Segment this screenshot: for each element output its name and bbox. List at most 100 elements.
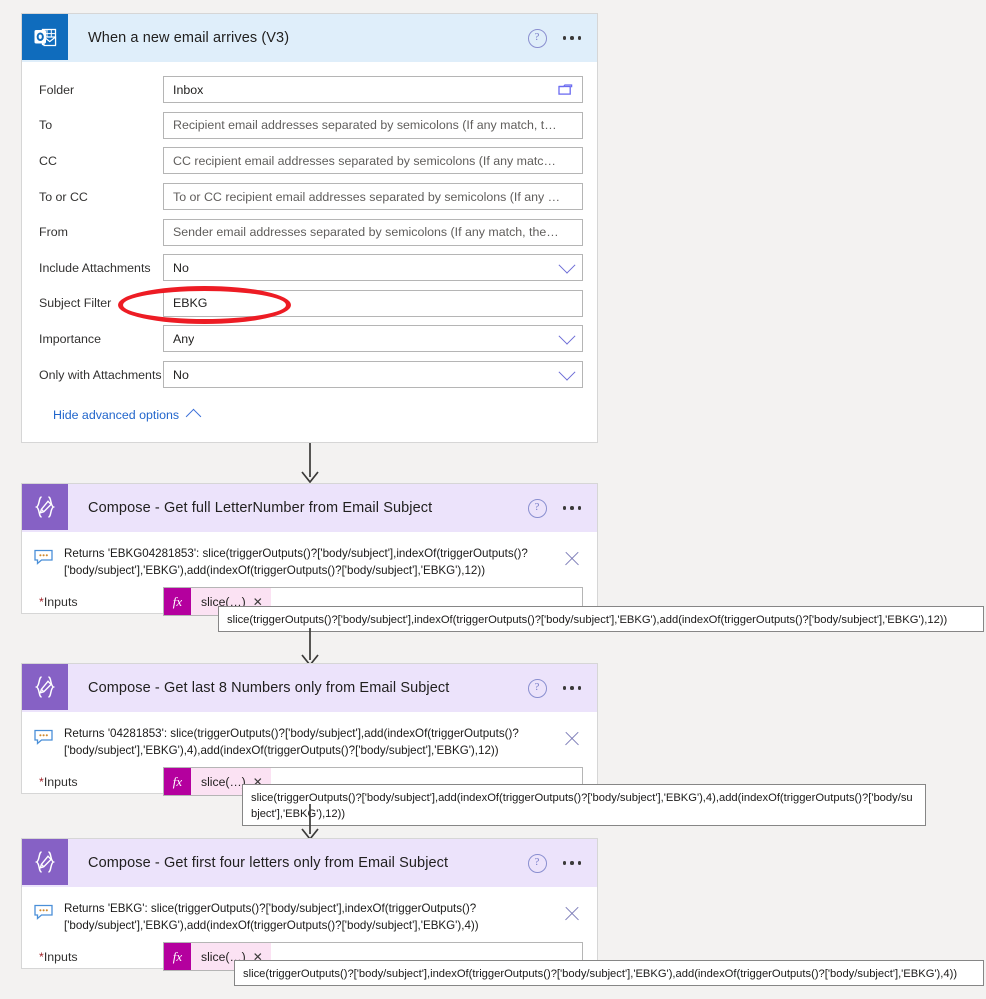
compose-card-2-returns-text: Returns '04281853': slice(triggerOutputs… xyxy=(64,727,519,757)
chevron-down-icon[interactable] xyxy=(558,363,576,381)
field-row-subject-filter[interactable]: Subject Filter EBKG xyxy=(36,286,583,322)
fx-icon: fx xyxy=(164,588,191,615)
compose-card-1[interactable]: Compose - Get full LetterNumber from Ema… xyxy=(21,483,598,616)
compose-card-2-inputs-label: *Inputs xyxy=(36,775,163,789)
compose-card-3-comment-row: Returns 'EBKG': slice(triggerOutputs()?[… xyxy=(22,887,597,940)
to-placeholder: Recipient email addresses separated by s… xyxy=(173,118,557,133)
compose-card-3-returns-text: Returns 'EBKG': slice(triggerOutputs()?[… xyxy=(64,902,479,932)
field-label-from: From xyxy=(39,225,68,240)
only-with-attachments-dropdown[interactable]: No xyxy=(163,361,583,389)
importance-value: Any xyxy=(173,331,195,346)
folder-value: Inbox xyxy=(173,82,204,97)
expression-tooltip-1: slice(triggerOutputs()?['body/subject'],… xyxy=(218,606,984,632)
more-options-icon[interactable] xyxy=(562,36,581,40)
expression-tooltip-3: slice(triggerOutputs()?['body/subject'],… xyxy=(234,960,984,986)
compose-card-2-header[interactable]: Compose - Get last 8 Numbers only from E… xyxy=(22,664,597,712)
field-row-to-or-cc[interactable]: To or CC To or CC recipient email addres… xyxy=(36,179,583,215)
flow-designer-canvas: When a new email arrives (V3) ? Folder I… xyxy=(0,0,986,999)
inputs-label-text: Inputs xyxy=(43,949,78,964)
hide-advanced-options-link[interactable]: Hide advanced options xyxy=(36,392,583,440)
compose-card-1-returns-text: Returns 'EBKG04281853': slice(triggerOut… xyxy=(64,547,528,577)
to-input[interactable]: Recipient email addresses separated by s… xyxy=(163,111,583,139)
compose-card-3[interactable]: Compose - Get first four letters only fr… xyxy=(21,838,598,971)
more-options-icon[interactable] xyxy=(562,686,581,690)
fx-icon: fx xyxy=(164,768,191,795)
trigger-card[interactable]: When a new email arrives (V3) ? Folder I… xyxy=(21,13,598,443)
inputs-label-text: Inputs xyxy=(43,774,78,789)
connector-compose-1-to-compose-2 xyxy=(301,628,319,667)
compose-icon xyxy=(22,839,68,885)
more-options-icon[interactable] xyxy=(562,861,581,865)
trigger-card-header[interactable]: When a new email arrives (V3) ? xyxy=(22,14,597,62)
include-attachments-value: No xyxy=(173,260,189,275)
cc-placeholder: CC recipient email addresses separated b… xyxy=(173,153,556,168)
chevron-down-icon[interactable] xyxy=(558,327,576,345)
to-or-cc-placeholder: To or CC recipient email addresses separ… xyxy=(173,189,561,204)
close-icon[interactable] xyxy=(561,548,583,570)
compose-card-3-inputs-label: *Inputs xyxy=(36,950,163,964)
folder-picker-icon[interactable] xyxy=(558,83,573,100)
compose-icon xyxy=(22,484,68,530)
field-label-cc: CC xyxy=(39,153,57,168)
compose-card-1-header[interactable]: Compose - Get full LetterNumber from Ema… xyxy=(22,484,597,532)
help-circle-icon[interactable]: ? xyxy=(527,498,547,518)
subject-filter-value: EBKG xyxy=(173,296,208,311)
outlook-icon xyxy=(22,14,68,60)
compose-card-1-comment-row: Returns 'EBKG04281853': slice(triggerOut… xyxy=(22,532,597,585)
connector-trigger-to-compose-1 xyxy=(301,443,319,484)
compose-card-2-comment-row: Returns '04281853': slice(triggerOutputs… xyxy=(22,712,597,765)
compose-card-2-title: Compose - Get last 8 Numbers only from E… xyxy=(88,680,450,696)
importance-dropdown[interactable]: Any xyxy=(163,325,583,353)
cc-input[interactable]: CC recipient email addresses separated b… xyxy=(163,147,583,175)
field-row-include-attachments[interactable]: Include Attachments No xyxy=(36,250,583,286)
comment-bubble-icon xyxy=(34,549,56,570)
field-label-to-or-cc: To or CC xyxy=(39,189,88,204)
fx-icon: fx xyxy=(164,943,191,970)
from-input[interactable]: Sender email addresses separated by semi… xyxy=(163,218,583,246)
compose-card-3-header-actions: ? xyxy=(527,853,598,873)
field-row-only-with-attachments[interactable]: Only with Attachments No xyxy=(36,357,583,393)
compose-card-1-header-actions: ? xyxy=(527,498,598,518)
expression-tooltip-2: slice(triggerOutputs()?['body/subject'],… xyxy=(242,784,926,826)
field-label-only-with-attachments: Only with Attachments xyxy=(39,367,162,382)
compose-card-1-title: Compose - Get full LetterNumber from Ema… xyxy=(88,500,433,516)
hide-advanced-options-label: Hide advanced options xyxy=(53,408,180,423)
compose-card-2[interactable]: Compose - Get last 8 Numbers only from E… xyxy=(21,663,598,796)
field-row-folder[interactable]: Folder Inbox xyxy=(36,72,583,108)
compose-card-3-title: Compose - Get first four letters only fr… xyxy=(88,855,449,871)
trigger-title: When a new email arrives (V3) xyxy=(88,30,290,46)
expression-token-label: slice(…) xyxy=(201,774,246,789)
field-label-subject-filter: Subject Filter xyxy=(39,296,112,311)
compose-card-2-header-actions: ? xyxy=(527,678,598,698)
to-or-cc-input[interactable]: To or CC recipient email addresses separ… xyxy=(163,183,583,211)
help-circle-icon[interactable]: ? xyxy=(527,678,547,698)
more-options-icon[interactable] xyxy=(562,506,581,510)
field-label-importance: Importance xyxy=(39,331,101,346)
field-row-importance[interactable]: Importance Any xyxy=(36,321,583,357)
comment-bubble-icon xyxy=(34,729,56,750)
subject-filter-input[interactable]: EBKG xyxy=(163,289,583,317)
field-row-cc[interactable]: CC CC recipient email addresses separate… xyxy=(36,143,583,179)
close-icon[interactable] xyxy=(561,728,583,750)
help-circle-icon[interactable]: ? xyxy=(527,853,547,873)
chevron-up-icon[interactable] xyxy=(185,409,202,425)
field-label-folder: Folder xyxy=(39,82,75,97)
compose-icon xyxy=(22,664,68,710)
trigger-form: Folder Inbox To Recipient email addresse… xyxy=(22,62,597,440)
connector-compose-2-to-compose-3 xyxy=(301,804,319,841)
inputs-label-text: Inputs xyxy=(43,594,78,609)
field-label-include-attachments: Include Attachments xyxy=(39,260,151,275)
close-icon[interactable] xyxy=(561,903,583,925)
field-row-to[interactable]: To Recipient email addresses separated b… xyxy=(36,108,583,144)
compose-card-1-inputs-label: *Inputs xyxy=(36,595,163,609)
comment-bubble-icon xyxy=(34,904,56,925)
include-attachments-dropdown[interactable]: No xyxy=(163,254,583,282)
chevron-down-icon[interactable] xyxy=(558,256,576,274)
field-row-from[interactable]: From Sender email addresses separated by… xyxy=(36,214,583,250)
from-placeholder: Sender email addresses separated by semi… xyxy=(173,225,559,240)
trigger-header-actions: ? xyxy=(527,28,598,48)
only-with-attachments-value: No xyxy=(173,367,189,382)
help-circle-icon[interactable]: ? xyxy=(527,28,547,48)
compose-card-3-header[interactable]: Compose - Get first four letters only fr… xyxy=(22,839,597,887)
folder-input[interactable]: Inbox xyxy=(163,76,583,104)
